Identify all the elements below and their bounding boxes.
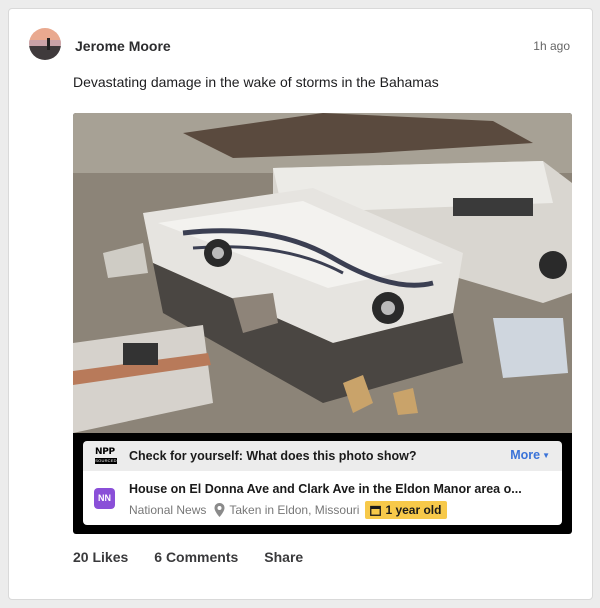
fact-check-source[interactable]: NN House on El Donna Ave and Clark Ave i… [83,471,562,525]
npp-sourced-logo: NPP SOURCED [95,447,117,464]
post-caption: Devastating damage in the wake of storms… [73,74,439,90]
post-timestamp: 1h ago [533,39,570,53]
post-actions: 20 Likes 6 Comments Share [73,549,329,565]
location-pin-icon [214,503,225,517]
source-name: National News [129,503,207,517]
age-badge: 1 year old [365,501,448,519]
fact-check-question: Check for yourself: What does this photo… [129,449,417,463]
age-label: 1 year old [385,503,442,517]
post-photo-container: NPP SOURCED Check for yourself: What doe… [73,113,572,534]
source-title[interactable]: House on El Donna Ave and Clark Ave in t… [129,482,522,496]
storm-damage-photo[interactable] [73,113,572,433]
avatar[interactable] [29,28,61,60]
comments-button[interactable]: 6 Comments [154,549,238,565]
post-card: Jerome Moore 1h ago Devastating damage i… [8,8,593,600]
source-logo-badge: NN [94,488,115,509]
more-dropdown-button[interactable]: More ▼ [510,448,550,462]
author-name[interactable]: Jerome Moore [75,38,171,54]
photo-location: Taken in Eldon, Missouri [229,503,360,517]
caret-down-icon: ▼ [542,451,550,460]
calendar-icon [370,505,382,516]
more-label: More [510,448,541,462]
likes-button[interactable]: 20 Likes [73,549,128,565]
share-button[interactable]: Share [264,549,303,565]
fact-check-header: NPP SOURCED Check for yourself: What doe… [83,441,562,471]
source-meta: National News Taken in Eldon, Missouri 1… [129,501,448,519]
